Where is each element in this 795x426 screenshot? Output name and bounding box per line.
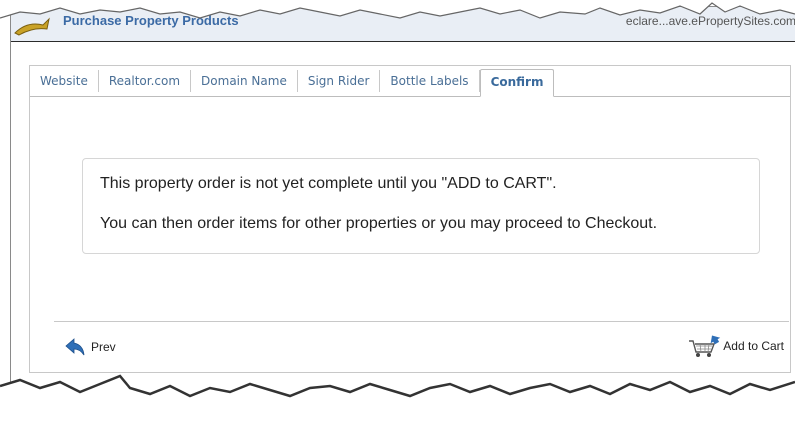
message-line-1: This property order is not yet complete … [100,175,557,192]
torn-edge-top [0,0,795,19]
back-arrow-icon [65,338,85,356]
tab-sign-rider[interactable]: Sign Rider [298,70,381,92]
tab-website[interactable]: Website [30,70,99,92]
torn-edge-bottom [0,374,795,426]
tab-realtor-com[interactable]: Realtor.com [99,70,192,92]
footer-divider [54,321,789,322]
product-panel: Website Realtor.com Domain Name Sign Rid… [29,65,791,373]
tab-domain-name[interactable]: Domain Name [191,70,298,92]
tab-bar: Website Realtor.com Domain Name Sign Rid… [30,66,790,97]
tab-bottle-labels[interactable]: Bottle Labels [380,70,480,92]
prev-label: Prev [91,340,116,354]
add-to-cart-label: Add to Cart [723,339,784,353]
add-to-cart-button[interactable]: Add to Cart [687,333,784,359]
message-line-2: You can then order items for other prope… [100,215,658,232]
shopping-cart-icon [689,335,721,357]
confirm-message-box: This property order is not yet complete … [82,158,760,254]
prev-button[interactable]: Prev [65,336,116,358]
purchase-window: Purchase Property Products eclare...ave.… [10,6,795,387]
tab-confirm[interactable]: Confirm [479,69,555,97]
